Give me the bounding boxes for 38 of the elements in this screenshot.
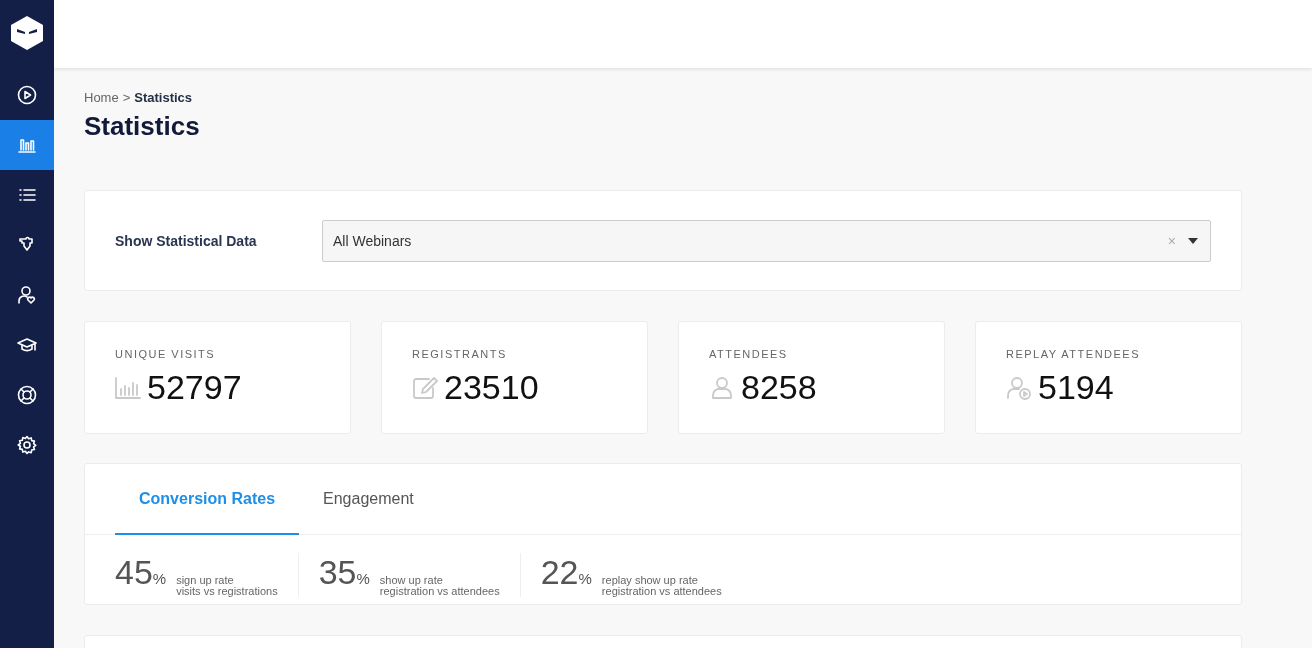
dropdown-caret-icon [1188,237,1198,244]
breadcrumb-current: Statistics [134,90,193,105]
rate-subtitle: visits vs registrations [176,586,278,597]
rate-value: 22 [540,553,579,592]
user-play-icon [1006,375,1032,400]
rate-subtitle: registration vs attendees [379,586,500,597]
user-heart-icon [17,285,37,305]
percent-sign: % [578,570,592,587]
edit-icon [412,375,438,400]
webinar-select[interactable]: All Webinars × [322,219,1211,262]
stat-value: 23510 [444,368,539,407]
logo-icon [10,15,44,51]
user-icon [709,375,735,400]
lifebuoy-icon [17,385,37,405]
tab[interactable]: Engagement [299,464,438,535]
stat-label: REGISTRANTS [412,348,508,360]
stat-value: 5194 [1038,368,1114,407]
stat-label: ATTENDEES [709,348,789,360]
filter-label: Show Statistical Data [115,232,258,249]
play-circle-icon [17,85,37,105]
stat-value: 52797 [147,368,242,407]
bar-chart-icon [115,375,141,400]
percent-sign: % [152,570,167,587]
settings-icon [17,435,37,455]
rate-title: show up rate [379,575,444,586]
page-title: Statistics [84,111,201,142]
breadcrumb-separator: > [122,90,131,105]
rate-title: sign up rate [176,575,234,586]
stat-label: UNIQUE VISITS [115,348,217,360]
rate-title: replay show up rate [601,575,698,586]
rate-subtitle: registration vs attendees [601,586,722,597]
tab[interactable]: Conversion Rates [115,464,300,535]
stat-value: 8258 [741,368,817,407]
percent-sign: % [356,570,370,587]
stat-label: REPLAY ATTENDEES [1006,348,1142,360]
rate-value: 35 [318,553,357,592]
rate-value: 45 [115,553,153,592]
breadcrumb-link[interactable]: Home [84,90,119,105]
